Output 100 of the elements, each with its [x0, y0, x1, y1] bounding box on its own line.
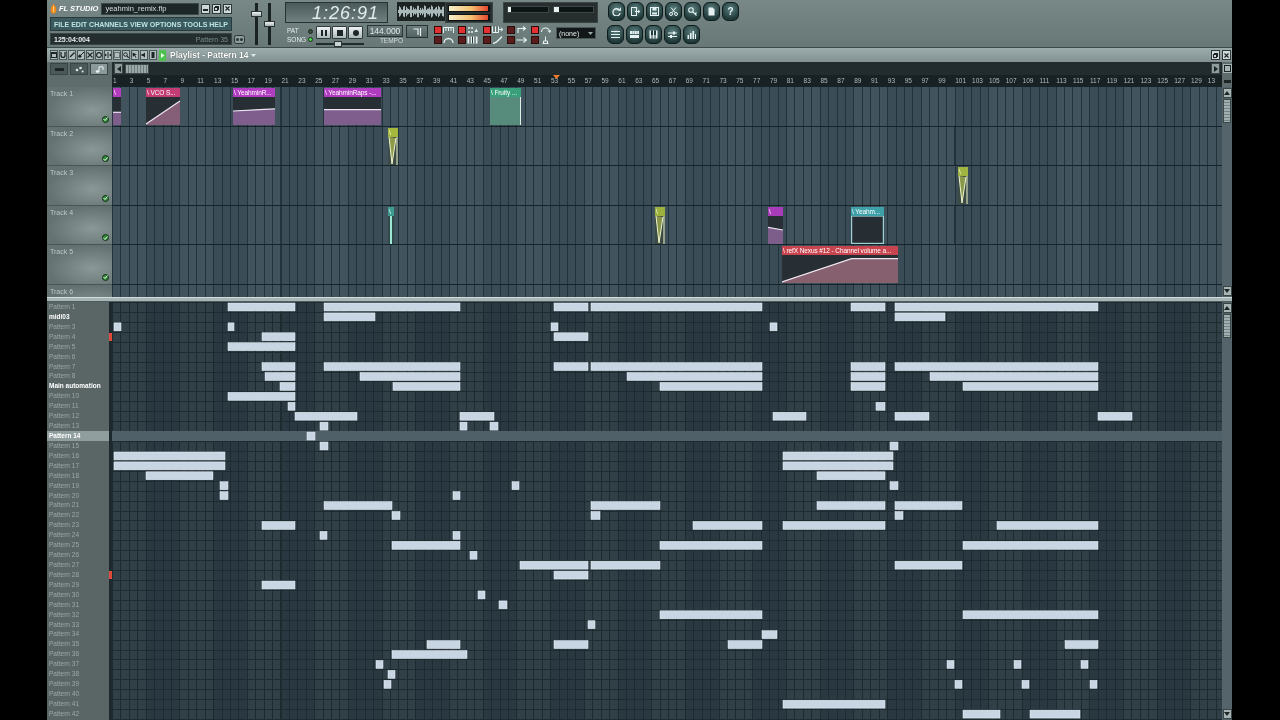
pattern-clip[interactable]	[264, 372, 296, 381]
tool-button[interactable]	[50, 50, 58, 60]
pattern-clip[interactable]	[359, 372, 461, 381]
toggle-button[interactable]	[531, 26, 539, 34]
tool-button[interactable]	[77, 50, 85, 60]
pattern-clip[interactable]	[782, 451, 894, 461]
pattern-clip[interactable]	[553, 640, 589, 649]
pattern-clip[interactable]	[1013, 660, 1022, 669]
pattern-clip[interactable]	[962, 541, 1099, 550]
mode-radio[interactable]	[308, 28, 313, 34]
toolbar-button[interactable]	[646, 2, 663, 21]
scroll-down-button[interactable]	[1222, 286, 1232, 296]
slider-handle[interactable]	[334, 41, 342, 47]
track-toggle[interactable]	[102, 194, 109, 202]
pattern-clip[interactable]	[145, 471, 214, 480]
pattern-clip[interactable]	[498, 600, 508, 610]
pattern-clip[interactable]	[113, 451, 226, 461]
toolbar-button[interactable]	[607, 25, 624, 44]
toolbar-button[interactable]	[627, 2, 644, 21]
pattern-clip[interactable]	[850, 382, 886, 391]
pattern-clip[interactable]	[692, 521, 763, 530]
track-toggle[interactable]	[102, 155, 109, 163]
pattern-clip[interactable]	[894, 302, 1099, 312]
tool-button[interactable]	[59, 50, 67, 60]
pattern-clip[interactable]	[469, 551, 478, 560]
tool-button[interactable]	[95, 50, 103, 60]
pattern-clip[interactable]	[227, 302, 296, 312]
tool-button[interactable]	[104, 50, 112, 60]
tempo-display[interactable]: 144.000	[367, 25, 403, 37]
tool-button[interactable]	[86, 50, 94, 60]
pattern-clip[interactable]	[489, 421, 499, 431]
mode-radio[interactable]	[308, 37, 313, 43]
toggle-button[interactable]	[434, 26, 442, 34]
pattern-clip[interactable]	[391, 650, 468, 659]
pattern-clip[interactable]	[894, 312, 946, 322]
pattern-clip[interactable]	[962, 382, 1099, 391]
scroll-thumb[interactable]	[1223, 314, 1231, 338]
pattern-clip[interactable]	[511, 481, 520, 490]
pattern-clip[interactable]	[946, 660, 955, 669]
pattern-clip[interactable]	[1089, 680, 1098, 689]
toolbar-button[interactable]	[703, 2, 720, 21]
close-button[interactable]	[1222, 50, 1231, 60]
track-toggle[interactable]	[102, 234, 109, 242]
toolbar-button[interactable]	[683, 25, 700, 44]
pattern-clip[interactable]	[227, 322, 235, 332]
scroll-right-button[interactable]	[1211, 63, 1220, 74]
toolbar-button[interactable]	[665, 2, 682, 21]
pattern-clip[interactable]	[391, 511, 401, 520]
scroll-down-button[interactable]	[1222, 709, 1232, 719]
pattern-clip[interactable]	[889, 441, 899, 451]
pattern-clip[interactable]	[227, 392, 296, 401]
toggle-button[interactable]	[531, 36, 539, 44]
pattern-clip[interactable]	[391, 541, 461, 550]
pattern-clip[interactable]	[452, 531, 461, 540]
pattern-clip[interactable]	[929, 372, 1099, 381]
pattern-clip[interactable]	[550, 322, 559, 332]
pattern-clip[interactable]	[113, 461, 226, 471]
pattern-clip[interactable]	[782, 461, 894, 471]
pattern-clip[interactable]	[553, 332, 589, 341]
pattern-clip[interactable]	[319, 531, 328, 540]
pattern-clip[interactable]	[590, 501, 661, 510]
pattern-clip[interactable]	[850, 302, 886, 312]
slider-handle[interactable]	[264, 21, 275, 27]
pattern-clip[interactable]	[459, 421, 468, 431]
tool-button[interactable]	[149, 50, 157, 60]
tool-button[interactable]	[122, 50, 130, 60]
pattern-clip[interactable]	[553, 362, 589, 371]
toolbar-button[interactable]	[645, 25, 662, 44]
pattern-clip[interactable]	[323, 302, 461, 312]
scroll-thumb[interactable]	[125, 63, 149, 74]
scroll-up-button[interactable]	[1222, 303, 1232, 313]
pattern-clip[interactable]	[894, 362, 1099, 371]
pattern-clip[interactable]	[587, 620, 596, 629]
toggle-button[interactable]	[434, 36, 442, 44]
track-toggle[interactable]	[102, 273, 109, 281]
help-button[interactable]: ?	[722, 2, 739, 21]
toggle-button[interactable]	[506, 36, 515, 44]
snap-display[interactable]	[406, 25, 428, 38]
view-tab[interactable]	[70, 63, 88, 75]
pattern-clip[interactable]	[1080, 660, 1089, 669]
record-button[interactable]	[348, 26, 363, 39]
pattern-clip[interactable]	[477, 590, 486, 600]
pattern-clip[interactable]	[261, 362, 296, 371]
pattern-clip[interactable]	[261, 332, 296, 341]
pattern-clip[interactable]	[772, 412, 807, 421]
pattern-clip[interactable]	[816, 501, 886, 510]
scroll-left-button[interactable]	[114, 63, 123, 74]
pattern-clip[interactable]	[553, 302, 589, 312]
pattern-clip[interactable]	[782, 521, 886, 530]
pattern-clip[interactable]	[850, 372, 886, 381]
pattern-clip[interactable]	[626, 372, 763, 381]
view-tab[interactable]	[90, 63, 108, 75]
slider-handle[interactable]	[251, 10, 262, 17]
pattern-clip[interactable]	[287, 402, 296, 411]
pattern-clip[interactable]	[459, 412, 495, 421]
pattern-clip[interactable]	[227, 342, 296, 351]
minimize-button[interactable]	[201, 3, 210, 14]
pattern-clip[interactable]	[590, 560, 661, 570]
scroll-thumb[interactable]	[1223, 99, 1231, 123]
pattern-clip[interactable]	[962, 709, 1001, 719]
